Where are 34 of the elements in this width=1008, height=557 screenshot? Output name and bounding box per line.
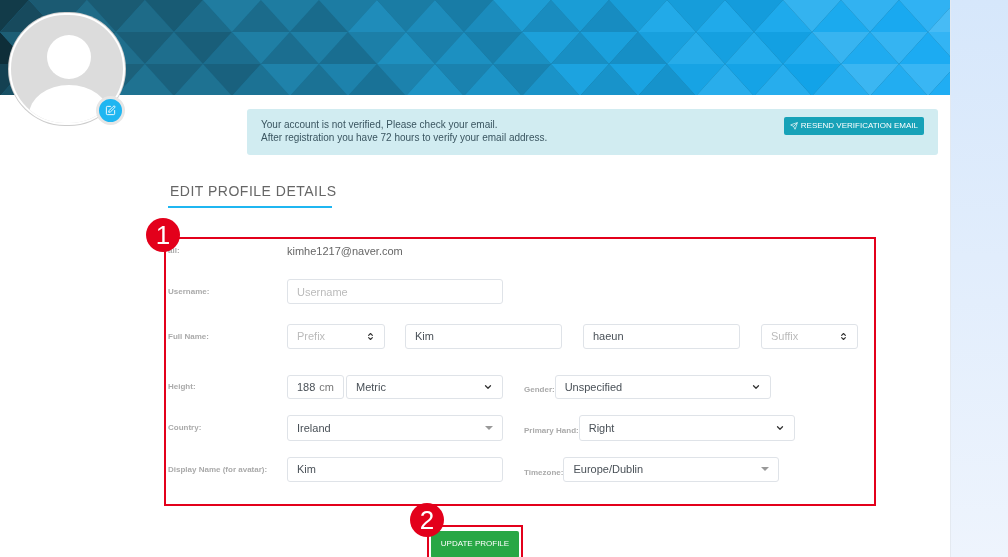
hand-select[interactable]: Right [578,415,795,441]
email-value: kimhe1217@naver.com [287,243,403,259]
send-icon [789,122,798,130]
chevron-icon [750,382,761,392]
country-select[interactable]: Ireland [287,415,503,441]
first-name-field[interactable]: Kim [405,324,562,349]
caret-icon [485,425,493,431]
chevron-icon [774,423,785,433]
gender-select[interactable]: Unspecified [554,375,771,399]
chevron-icon [483,382,493,392]
caret-icon [761,467,770,472]
edit-avatar-button[interactable] [96,96,125,125]
unit-select[interactable]: Metric [346,375,503,399]
field-label: Display Name (for avatar): [168,463,268,476]
field-label: Height: [168,381,197,393]
unit-text: cm [319,379,334,395]
edit-icon [105,105,116,116]
alert-text: Your account is not verified, Please check your email. [261,118,499,131]
field-label: Primary Hand: [524,426,579,435]
display-name-field[interactable]: Kim [287,457,503,482]
field-label: Gender: [524,385,555,394]
updown-icon [839,332,848,341]
section-title: EDIT PROFILE DETAILS [170,183,337,199]
height-field[interactable]: 188 cm [287,375,344,399]
updown-icon [366,332,375,341]
field-label: Country: [168,422,203,434]
field-label: Timezone: [524,467,564,477]
step-badge: 2 [410,503,444,537]
username-field[interactable]: Username [287,279,503,304]
last-name-field[interactable]: haeun [583,324,740,349]
alert-text: After registration you have 72 hours to verify your email address. [261,131,548,144]
field-label: Full Name: [168,330,210,343]
timezone-select[interactable]: Europe/Dublin [563,457,780,482]
field-label: Username: [168,285,211,298]
